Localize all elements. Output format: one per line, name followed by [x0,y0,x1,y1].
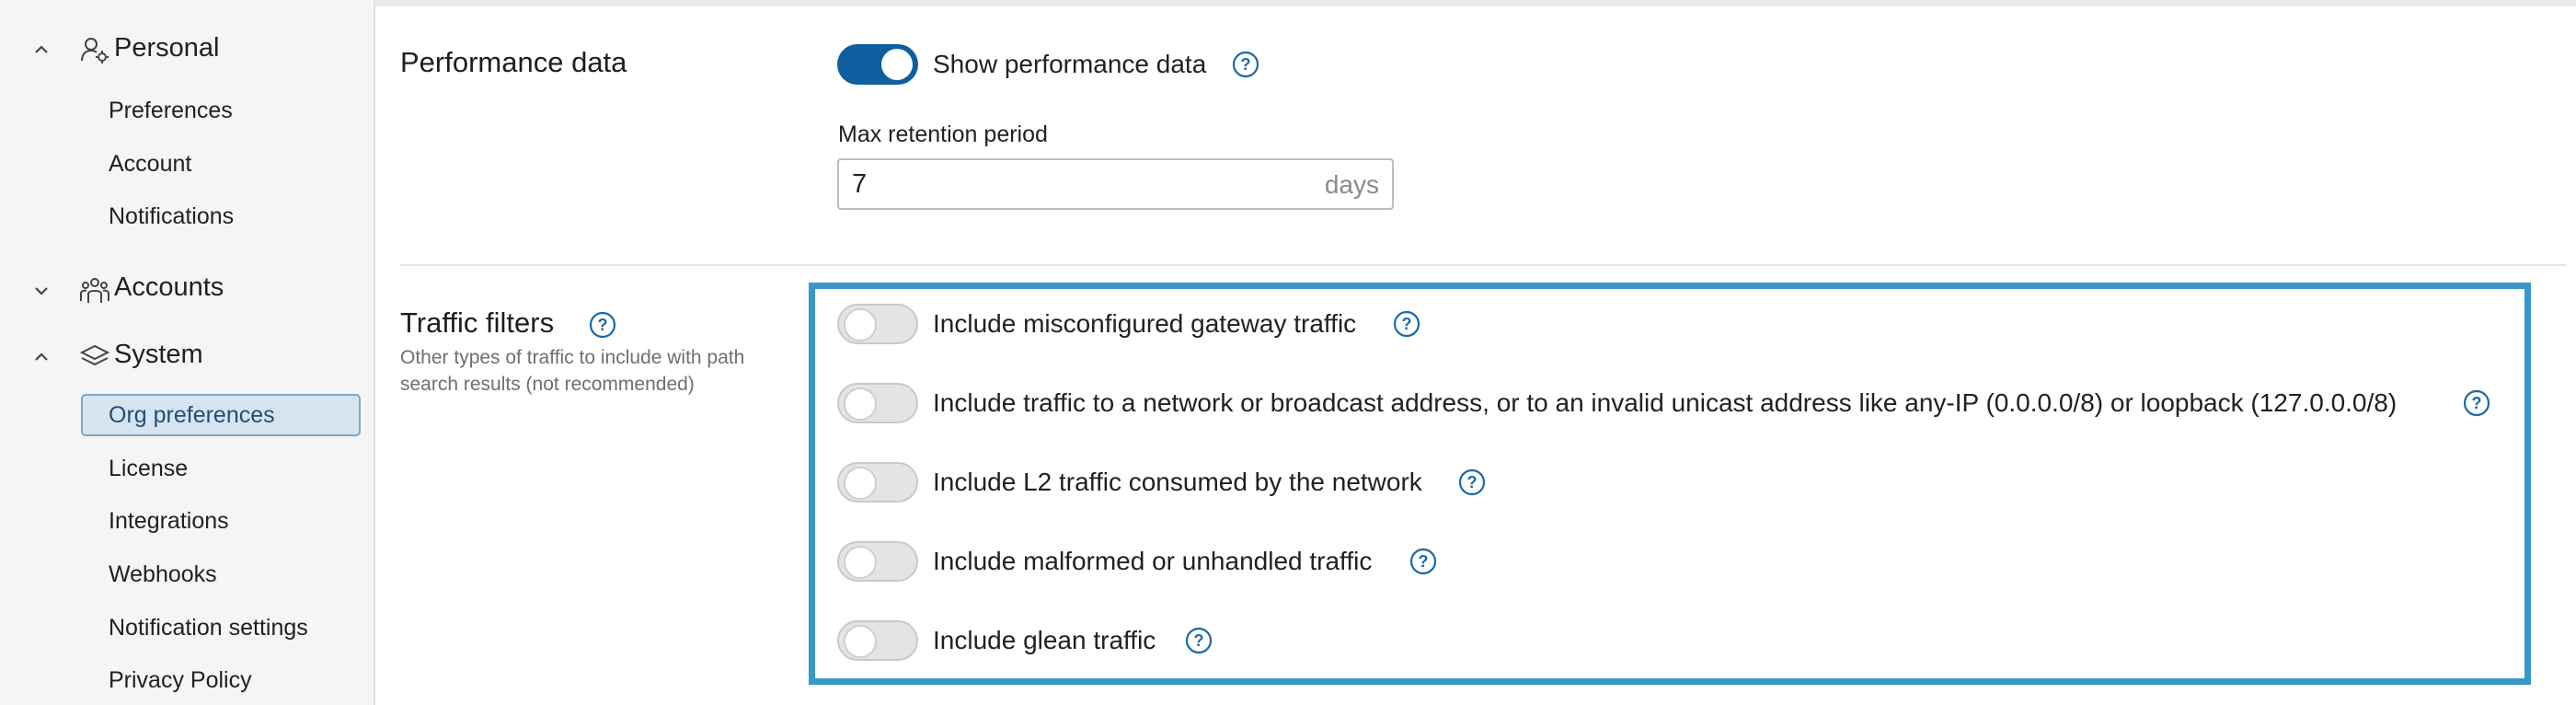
sidebar-item-integrations[interactable]: Integrations [109,504,229,537]
chevron-up-icon[interactable] [31,347,52,367]
l2-traffic-toggle[interactable] [837,462,918,503]
svg-text:?: ? [1419,552,1429,571]
user-gear-icon [81,38,109,64]
retention-value[interactable]: 7 [852,169,867,200]
toggle-knob [844,625,877,658]
sidebar-item-license[interactable]: License [109,452,188,485]
chevron-up-icon[interactable] [31,40,52,60]
retention-input[interactable]: 7 days [837,158,1394,210]
option-label: Include traffic to a network or broadcas… [933,388,2398,417]
help-icon[interactable]: ? [1232,51,1259,78]
sidebar-section-label: System [114,340,203,369]
layers-icon [79,344,110,366]
retention-unit: days [1324,170,1379,199]
traffic-section-subtitle: Other types of traffic to include with p… [400,347,745,395]
sidebar-item-account[interactable]: Account [109,147,191,180]
sidebar: Personal Preferences Account Notificatio… [0,0,375,705]
svg-text:?: ? [2472,394,2482,412]
toggle-knob [844,467,877,500]
sidebar-item-privacy-policy[interactable]: Privacy Policy [109,664,252,697]
sidebar-section-label: Accounts [114,272,224,302]
show-performance-label: Show performance data [933,50,1207,78]
broadcast-invalid-unicast-toggle[interactable] [837,383,918,423]
svg-text:?: ? [1194,631,1204,650]
help-icon[interactable]: ? [1185,627,1213,654]
sidebar-item-preferences[interactable]: Preferences [109,94,233,127]
svg-text:?: ? [598,316,608,334]
chevron-down-icon[interactable] [31,281,52,301]
help-icon[interactable]: ? [2463,389,2490,417]
performance-section-title: Performance data [400,46,627,78]
toggle-knob [844,308,877,341]
show-performance-toggle[interactable] [837,44,918,85]
section-divider [400,264,2567,266]
option-label: Include misconfigured gateway traffic [933,309,1357,338]
help-icon[interactable]: ? [1393,310,1420,338]
option-label: Include malformed or unhandled traffic [933,547,1373,575]
toggle-knob [844,387,877,421]
glean-traffic-toggle[interactable] [837,620,918,661]
traffic-section-title: Traffic filters [400,306,555,339]
sidebar-item-notifications[interactable]: Notifications [109,200,234,233]
svg-text:?: ? [1402,315,1412,333]
toggle-knob [881,49,913,80]
people-icon [80,278,109,303]
top-divider [375,0,2576,6]
sidebar-item-notification-settings[interactable]: Notification settings [109,611,308,644]
retention-label: Max retention period [838,121,1048,147]
sidebar-item-webhooks[interactable]: Webhooks [109,558,217,591]
help-icon[interactable]: ? [589,311,616,339]
toggle-knob [844,546,877,579]
sidebar-item-label: Org preferences [109,402,275,428]
sidebar-section-label: Personal [114,33,220,63]
misconfigured-gateway-toggle[interactable] [837,304,918,344]
help-icon[interactable]: ? [1409,548,1437,575]
help-icon[interactable]: ? [1458,468,1486,496]
svg-text:?: ? [1467,473,1478,491]
malformed-traffic-toggle[interactable] [837,541,918,582]
option-label: Include glean traffic [933,626,1156,654]
svg-text:?: ? [1241,55,1251,74]
option-label: Include L2 traffic consumed by the netwo… [933,468,1422,496]
